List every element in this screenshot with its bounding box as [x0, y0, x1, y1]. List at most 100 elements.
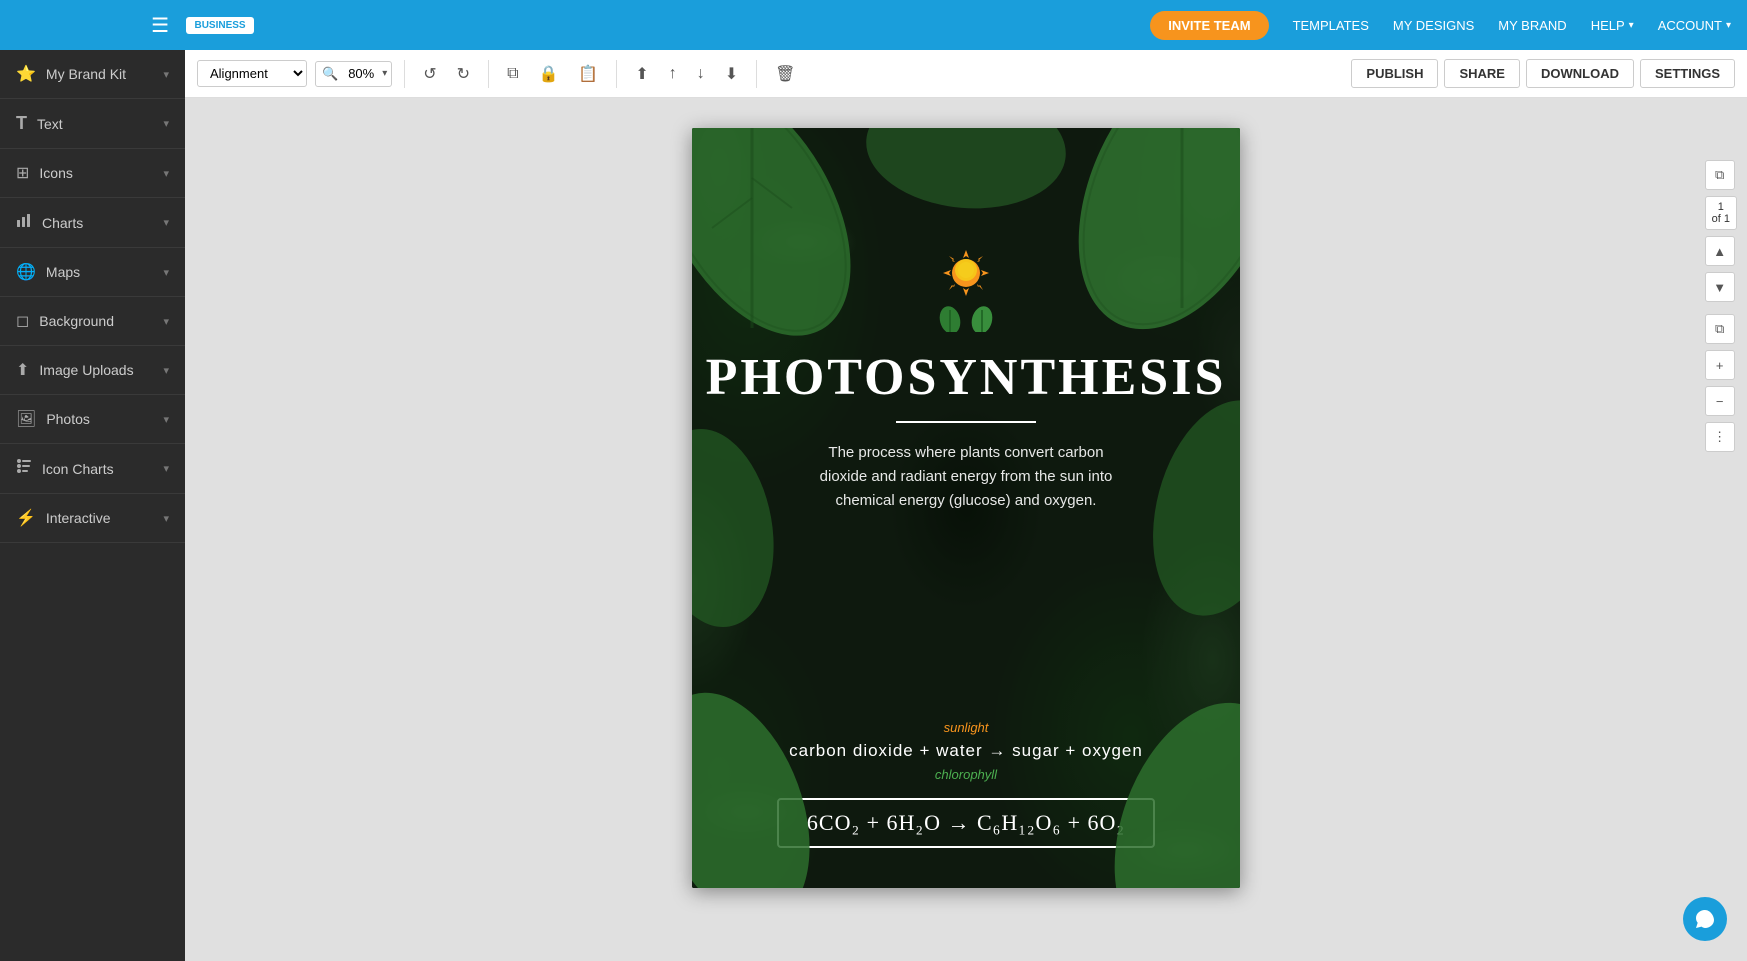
current-page: 1 — [1712, 201, 1730, 213]
sidebar-item-charts[interactable]: Charts ▾ — [0, 198, 185, 248]
maps-chevron-icon: ▾ — [163, 266, 169, 279]
sidebar-item-image-uploads[interactable]: ⬆ Image Uploads ▾ — [0, 346, 185, 395]
toolbar-divider-2 — [488, 60, 489, 88]
sidebar-item-my-brand-kit[interactable]: ⭐ My Brand Kit ▾ — [0, 50, 185, 99]
paste-button[interactable]: 📋 — [572, 60, 604, 88]
send-back-button[interactable]: ⬇ — [719, 60, 744, 88]
more-options-button[interactable]: ⋮ — [1705, 422, 1735, 452]
hamburger-icon[interactable]: ☰ — [151, 13, 169, 38]
sidebar-label-my-brand-kit: My Brand Kit — [46, 66, 126, 82]
download-button[interactable]: DOWNLOAD — [1526, 59, 1634, 88]
zoom-in-button[interactable]: + — [1705, 350, 1735, 380]
lock-button[interactable]: 🔒 — [533, 60, 565, 88]
background-chevron-icon: ▾ — [163, 315, 169, 328]
sidebar-label-image-uploads: Image Uploads — [39, 362, 133, 378]
sun-icon — [941, 248, 991, 298]
bring-front-button[interactable]: ⬆ — [629, 60, 654, 88]
sidebar-item-icons[interactable]: ⊞ Icons ▾ — [0, 149, 185, 198]
share-button[interactable]: SHARE — [1444, 59, 1520, 88]
poster-title: PHOTOSYNTHESIS — [706, 348, 1227, 407]
copy-page-button[interactable]: ⧉ — [1705, 160, 1735, 190]
business-badge: BUSINESS — [186, 17, 253, 34]
duplicate-button[interactable]: ⧉ — [1705, 314, 1735, 344]
icons-chevron-icon: ▾ — [163, 167, 169, 180]
scroll-down-button[interactable]: ▼ — [1705, 272, 1735, 302]
total-pages: of 1 — [1712, 213, 1730, 225]
delete-button[interactable]: 🗑 — [769, 60, 801, 88]
image-uploads-icon: ⬆ — [16, 360, 29, 380]
nav-my-brand[interactable]: MY BRAND — [1498, 18, 1566, 33]
send-backward-button[interactable]: ↓ — [691, 61, 711, 87]
sidebar-label-text: Text — [37, 116, 63, 132]
sidebar-item-text[interactable]: T Text ▾ — [0, 99, 185, 149]
sidebar-label-icon-charts: Icon Charts — [42, 461, 114, 477]
sidebar-item-photos[interactable]: 🖼 Photos ▾ — [0, 395, 185, 444]
background-icon: ◻ — [16, 311, 29, 331]
copy-button[interactable]: ⧉ — [501, 61, 524, 87]
photos-icon: 🖼 — [16, 409, 36, 429]
redo-button[interactable]: ↻ — [451, 60, 476, 88]
image-uploads-chevron-icon: ▾ — [163, 364, 169, 377]
leaf-right-icon — [968, 304, 996, 332]
icon-charts-chevron-icon: ▾ — [163, 462, 169, 475]
zoom-value: 80% — [344, 62, 378, 85]
sidebar-item-interactive[interactable]: ⚡ Interactive ▾ — [0, 494, 185, 543]
scroll-up-button[interactable]: ▲ — [1705, 236, 1735, 266]
leaf-left-icon — [936, 304, 964, 332]
invite-team-button[interactable]: INVITE TEAM — [1150, 11, 1268, 40]
bring-forward-button[interactable]: ↑ — [663, 61, 683, 87]
sidebar-header: ☰ — [0, 0, 185, 50]
top-navigation: VENNGAGE BUSINESS INVITE TEAM TEMPLATES … — [0, 0, 1747, 50]
nav-account[interactable]: ACCOUNT▾ — [1658, 18, 1731, 33]
toolbar-divider-3 — [616, 60, 617, 88]
brand-kit-chevron-icon: ▾ — [163, 68, 169, 81]
poster-design: PHOTOSYNTHESIS The process where plants … — [692, 128, 1240, 888]
maps-icon: 🌐 — [16, 262, 36, 282]
poster-canvas[interactable]: PHOTOSYNTHESIS The process where plants … — [692, 128, 1240, 888]
chat-button[interactable] — [1683, 897, 1727, 941]
leaf-icons-group — [936, 304, 996, 332]
undo-button[interactable]: ↺ — [417, 60, 442, 88]
interactive-chevron-icon: ▾ — [163, 512, 169, 525]
left-sidebar: ☰ ⭐ My Brand Kit ▾ T Text ▾ ⊞ Icons ▾ — [0, 0, 185, 961]
icon-charts-icon — [16, 458, 32, 479]
canvas-area: ⧉ 1 of 1 ▲ ▼ ⧉ + − ⋮ — [185, 98, 1747, 961]
nav-templates[interactable]: TEMPLATES — [1293, 18, 1369, 33]
chat-icon — [1694, 908, 1716, 930]
page-number: 1 of 1 — [1705, 196, 1737, 230]
account-chevron-icon: ▾ — [1726, 20, 1731, 31]
text-icon: T — [16, 113, 27, 134]
photos-chevron-icon: ▾ — [163, 413, 169, 426]
help-chevron-icon: ▾ — [1629, 20, 1634, 31]
nav-help[interactable]: HELP▾ — [1591, 18, 1634, 33]
sidebar-label-photos: Photos — [46, 411, 90, 427]
sidebar-label-charts: Charts — [42, 215, 83, 231]
top-nav-links: TEMPLATES MY DESIGNS MY BRAND HELP▾ ACCO… — [1293, 18, 1731, 33]
zoom-control[interactable]: 🔍 80% ▾ — [315, 61, 392, 87]
interactive-icon: ⚡ — [16, 508, 36, 528]
sidebar-label-icons: Icons — [39, 165, 72, 181]
sidebar-item-maps[interactable]: 🌐 Maps ▾ — [0, 248, 185, 297]
sidebar-label-background: Background — [39, 313, 114, 329]
poster-description: The process where plants convert carbon … — [806, 441, 1126, 513]
zoom-out-button[interactable]: − — [1705, 386, 1735, 416]
toolbar-divider-1 — [404, 60, 405, 88]
alignment-dropdown[interactable]: Alignment — [197, 60, 307, 87]
icons-icon: ⊞ — [16, 163, 29, 183]
sidebar-label-interactive: Interactive — [46, 510, 111, 526]
poster-divider — [896, 421, 1036, 423]
poster-content: PHOTOSYNTHESIS The process where plants … — [692, 128, 1240, 593]
text-chevron-icon: ▾ — [163, 117, 169, 130]
charts-chevron-icon: ▾ — [163, 216, 169, 229]
zoom-chevron-icon: ▾ — [378, 64, 391, 83]
nav-my-designs[interactable]: MY DESIGNS — [1393, 18, 1474, 33]
toolbar-divider-4 — [756, 60, 757, 88]
publish-button[interactable]: PUBLISH — [1351, 59, 1438, 88]
zoom-icon: 🔍 — [316, 62, 344, 86]
settings-button[interactable]: SETTINGS — [1640, 59, 1735, 88]
publish-area: PUBLISH SHARE DOWNLOAD SETTINGS — [1351, 50, 1747, 98]
right-panel-controls: ⧉ 1 of 1 ▲ ▼ ⧉ + − ⋮ — [1705, 160, 1737, 452]
sidebar-item-icon-charts[interactable]: Icon Charts ▾ — [0, 444, 185, 494]
sidebar-item-background[interactable]: ◻ Background ▾ — [0, 297, 185, 346]
charts-icon — [16, 212, 32, 233]
